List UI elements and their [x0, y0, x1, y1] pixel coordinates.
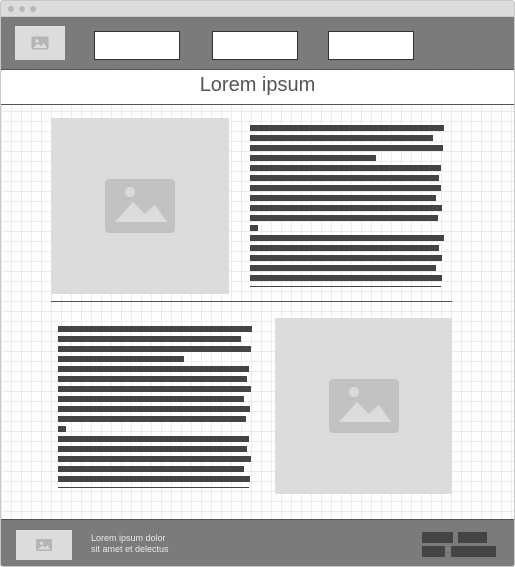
text-block-2	[58, 326, 253, 490]
text-line	[58, 476, 250, 482]
content-image-1	[51, 118, 229, 294]
text-line	[250, 205, 442, 211]
text-line	[250, 225, 258, 231]
text-line	[58, 396, 244, 402]
content-image-2	[275, 318, 452, 494]
footer-link-4[interactable]	[451, 546, 496, 557]
text-line	[250, 175, 439, 181]
text-line	[58, 366, 249, 372]
window-dot-minimize[interactable]	[19, 6, 25, 12]
text-line	[250, 286, 441, 287]
text-line	[250, 195, 436, 201]
text-line	[58, 406, 250, 412]
text-block-1	[250, 125, 445, 289]
text-line	[58, 416, 246, 422]
nav-item-3[interactable]	[328, 31, 414, 60]
text-line	[250, 135, 433, 141]
image-placeholder-icon	[328, 379, 399, 433]
text-line	[250, 125, 444, 131]
text-line	[58, 336, 241, 342]
text-line	[250, 185, 441, 191]
footer-text: Lorem ipsum dolor sit amet et delectus	[91, 533, 169, 555]
footer-link-2[interactable]	[458, 532, 487, 543]
text-line	[58, 376, 247, 382]
text-line	[58, 466, 244, 472]
image-placeholder-icon	[105, 179, 175, 233]
window-dot-maximize[interactable]	[30, 6, 36, 12]
text-line	[250, 165, 441, 171]
text-line	[58, 456, 251, 462]
text-line	[250, 265, 436, 271]
text-line	[58, 386, 251, 392]
browser-window: Lorem ipsum Lorem ipsum dolor sit amet e…	[0, 0, 515, 567]
image-placeholder-icon	[36, 539, 52, 551]
text-line	[58, 436, 249, 442]
text-line	[58, 426, 66, 432]
text-line	[58, 346, 251, 352]
text-line	[58, 446, 247, 452]
footer-link-1[interactable]	[422, 532, 453, 543]
window-titlebar	[1, 1, 514, 17]
text-line	[250, 255, 442, 261]
text-line	[58, 326, 252, 332]
header-logo[interactable]	[15, 26, 65, 60]
text-line	[250, 155, 376, 161]
site-footer: Lorem ipsum dolor sit amet et delectus	[1, 519, 514, 566]
footer-logo[interactable]	[16, 530, 72, 560]
text-line	[58, 356, 184, 362]
section-divider	[51, 301, 452, 302]
footer-text-line-2: sit amet et delectus	[91, 544, 169, 554]
nav-item-2[interactable]	[212, 31, 298, 60]
site-header	[1, 17, 514, 70]
footer-link-3[interactable]	[422, 546, 445, 557]
footer-text-line-1: Lorem ipsum dolor	[91, 533, 166, 543]
text-line	[250, 215, 438, 221]
text-line	[250, 275, 442, 281]
page-title: Lorem ipsum	[1, 71, 514, 105]
text-line	[250, 145, 443, 151]
text-line	[250, 235, 444, 241]
image-placeholder-icon	[31, 36, 49, 50]
window-dot-close[interactable]	[8, 6, 14, 12]
text-line	[250, 245, 439, 251]
text-line	[58, 487, 249, 488]
nav-item-1[interactable]	[94, 31, 180, 60]
